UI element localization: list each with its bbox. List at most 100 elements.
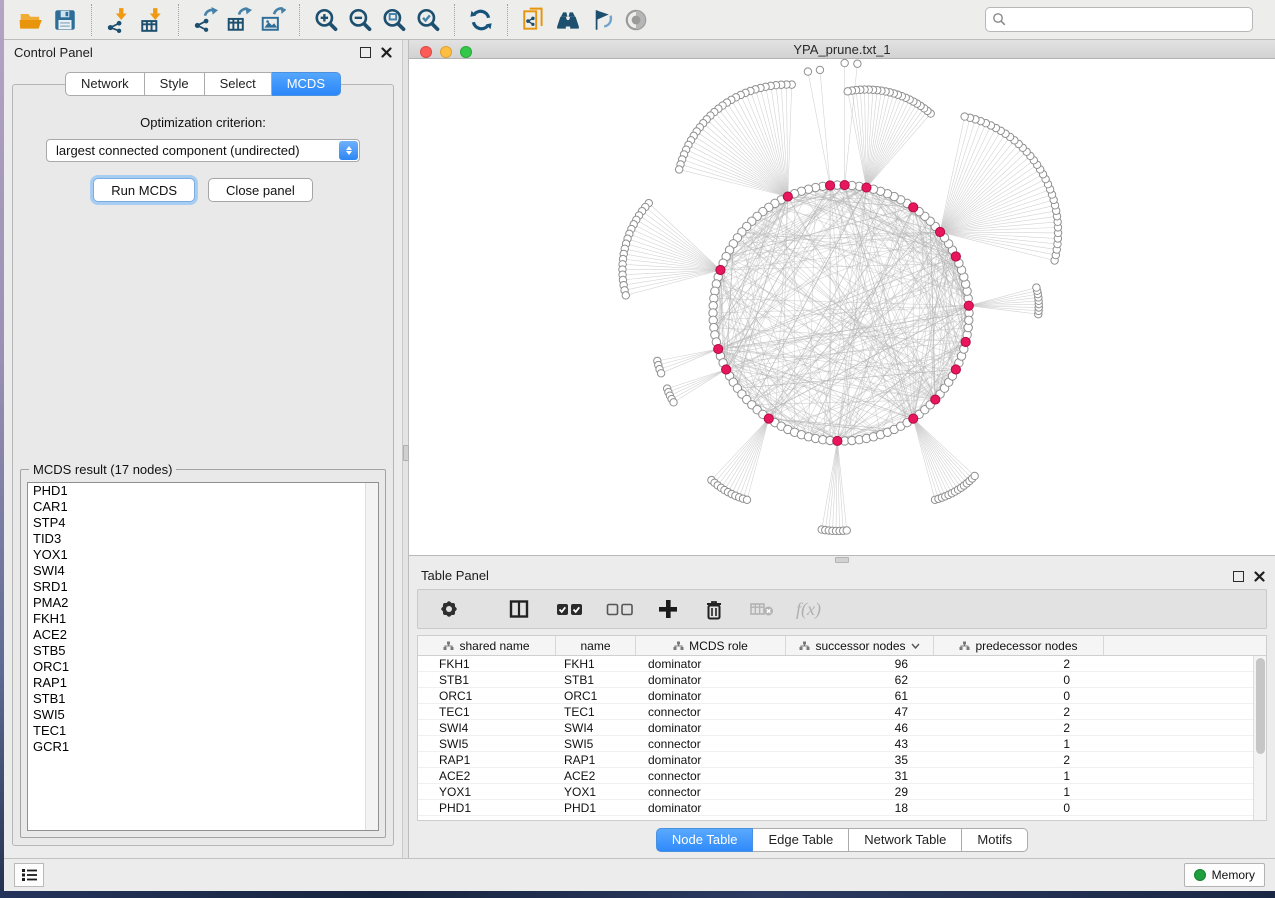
mcds-result-node[interactable]: STP4 — [28, 515, 378, 531]
mcds-result-node[interactable]: SRD1 — [28, 579, 378, 595]
close-panel-button[interactable]: Close panel — [208, 178, 313, 202]
mcds-result-node[interactable]: ACE2 — [28, 627, 378, 643]
table-cell: ACE2 — [418, 769, 556, 783]
mcds-list-scrollbar[interactable] — [365, 483, 378, 830]
column-header-successor-nodes[interactable]: successor nodes — [786, 636, 934, 655]
zoom-out-icon[interactable] — [343, 4, 377, 36]
table-tab-bar: Node Table Edge Table Network Table Moti… — [409, 828, 1275, 852]
status-bar: Memory — [4, 858, 1275, 891]
zoom-selected-icon[interactable] — [411, 4, 445, 36]
delete-column-trash-icon[interactable] — [704, 594, 724, 624]
tab-edge-table[interactable]: Edge Table — [753, 828, 849, 852]
open-file-icon[interactable] — [14, 4, 48, 36]
toolbar-separator — [299, 4, 300, 36]
window-close-button[interactable] — [420, 46, 432, 58]
close-table-panel-icon[interactable] — [1254, 571, 1265, 582]
table-row[interactable]: ACE2ACE2connector311 — [418, 768, 1266, 784]
table-scrollbar[interactable] — [1253, 656, 1266, 820]
show-columns-icon[interactable] — [508, 594, 530, 624]
mcds-result-node[interactable]: ORC1 — [28, 659, 378, 675]
mcds-result-node[interactable]: SWI5 — [28, 707, 378, 723]
table-row[interactable]: PHD1PHD1dominator180 — [418, 800, 1266, 816]
toolbar-separator — [91, 4, 92, 36]
table-row[interactable]: FKH1FKH1dominator962 — [418, 656, 1266, 672]
network-canvas[interactable] — [409, 59, 1275, 555]
table-scrollbar-thumb[interactable] — [1256, 658, 1265, 754]
tab-motifs[interactable]: Motifs — [962, 828, 1028, 852]
mcds-result-items: PHD1CAR1STP4TID3YOX1SWI4SRD1PMA2FKH1ACE2… — [28, 483, 378, 755]
table-row[interactable]: TEC1TEC1connector472 — [418, 704, 1266, 720]
float-table-panel-icon[interactable] — [1233, 571, 1244, 582]
table-row[interactable]: SWI5SWI5connector431 — [418, 736, 1266, 752]
mcds-result-node[interactable]: STB5 — [28, 643, 378, 659]
run-mcds-button[interactable]: Run MCDS — [93, 178, 195, 202]
float-panel-icon[interactable] — [360, 47, 371, 58]
tab-node-table[interactable]: Node Table — [656, 828, 754, 852]
mcds-result-node[interactable]: PMA2 — [28, 595, 378, 611]
horizontal-splitter[interactable] — [409, 556, 1275, 564]
mcds-result-node[interactable]: YOX1 — [28, 547, 378, 563]
export-network-icon[interactable] — [188, 4, 222, 36]
memory-button[interactable]: Memory — [1184, 863, 1265, 887]
import-table-icon[interactable] — [135, 4, 169, 36]
mcds-result-list: PHD1CAR1STP4TID3YOX1SWI4SRD1PMA2FKH1ACE2… — [27, 482, 379, 831]
mcds-result-node[interactable]: PHD1 — [28, 483, 378, 499]
column-header-mcds-role[interactable]: MCDS role — [636, 636, 786, 655]
column-header-predecessor-nodes[interactable]: predecessor nodes — [934, 636, 1104, 655]
mcds-result-node[interactable]: SWI4 — [28, 563, 378, 579]
search-input[interactable] — [985, 7, 1253, 32]
cytoscape-window: Control Panel Network Style Select MCDS … — [4, 0, 1275, 891]
close-panel-icon[interactable] — [381, 47, 392, 58]
import-network-icon[interactable] — [101, 4, 135, 36]
mcds-result-node[interactable]: TEC1 — [28, 723, 378, 739]
preview-eye-icon — [619, 4, 653, 36]
network-view-window: YPA_prune.txt_1 — [409, 40, 1275, 556]
hide-panel-icon[interactable] — [585, 4, 619, 36]
tab-network-table[interactable]: Network Table — [849, 828, 962, 852]
table-row[interactable]: YOX1YOX1connector291 — [418, 784, 1266, 800]
table-cell: dominator — [636, 657, 786, 671]
table-settings-gear-icon[interactable] — [438, 594, 460, 624]
search-networks-icon[interactable] — [551, 4, 585, 36]
table-cell: YOX1 — [556, 785, 636, 799]
export-image-icon[interactable] — [256, 4, 290, 36]
deselect-all-icon[interactable] — [606, 594, 634, 624]
table-cell: 62 — [786, 673, 934, 687]
zoom-fit-icon[interactable] — [377, 4, 411, 36]
table-cell: 47 — [786, 705, 934, 719]
column-header-name[interactable]: name — [556, 636, 636, 655]
tab-style[interactable]: Style — [145, 72, 205, 96]
horizontal-splitter-grip[interactable] — [835, 557, 849, 563]
mcds-result-node[interactable]: TID3 — [28, 531, 378, 547]
export-table-icon[interactable] — [222, 4, 256, 36]
share-network-icon[interactable] — [517, 4, 551, 36]
window-minimize-button[interactable] — [440, 46, 452, 58]
clear-table-icon-disabled — [750, 594, 774, 624]
mcds-result-node[interactable]: STB1 — [28, 691, 378, 707]
node-table-header: shared name name MCDS role successor nod… — [418, 636, 1266, 656]
table-row[interactable]: RAP1RAP1dominator352 — [418, 752, 1266, 768]
vertical-splitter[interactable] — [402, 40, 409, 858]
optimization-criterion-select[interactable]: largest connected component (undirected) — [46, 139, 360, 162]
tab-network[interactable]: Network — [65, 72, 145, 96]
mcds-result-node[interactable]: GCR1 — [28, 739, 378, 755]
refresh-icon[interactable] — [464, 4, 498, 36]
table-row[interactable]: STB1STB1dominator620 — [418, 672, 1266, 688]
tab-mcds[interactable]: MCDS — [272, 72, 341, 96]
sort-descending-icon — [911, 643, 920, 649]
table-row[interactable]: SWI4SWI4dominator462 — [418, 720, 1266, 736]
zoom-in-icon[interactable] — [309, 4, 343, 36]
tab-select[interactable]: Select — [205, 72, 272, 96]
select-all-icon[interactable] — [556, 594, 584, 624]
mcds-result-node[interactable]: RAP1 — [28, 675, 378, 691]
save-session-icon[interactable] — [48, 4, 82, 36]
column-header-shared-name[interactable]: shared name — [418, 636, 556, 655]
add-column-icon[interactable] — [658, 594, 678, 624]
table-row[interactable]: ORC1ORC1dominator610 — [418, 688, 1266, 704]
mcds-result-node[interactable]: FKH1 — [28, 611, 378, 627]
task-history-button[interactable] — [14, 863, 44, 887]
mcds-result-node[interactable]: CAR1 — [28, 499, 378, 515]
table-cell: SWI4 — [418, 721, 556, 735]
window-maximize-button[interactable] — [460, 46, 472, 58]
table-cell: 1 — [934, 737, 1104, 751]
